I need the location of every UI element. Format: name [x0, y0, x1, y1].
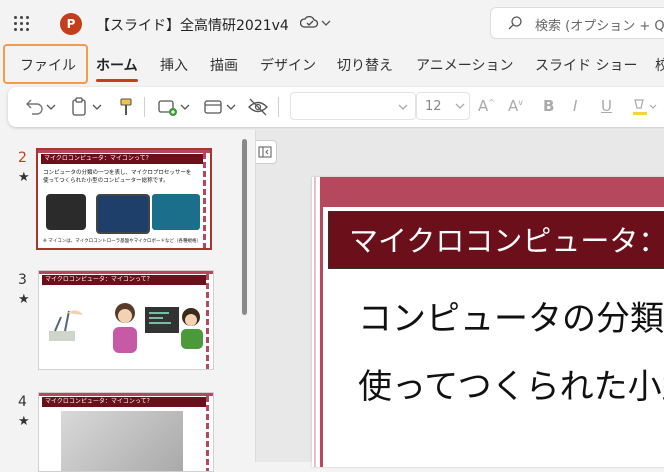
current-slide[interactable]: マイクロコンピュータ：マイコンって？ コンピュータの分類の一つを表し、 使ってつ…: [312, 177, 664, 467]
tab-slideshow[interactable]: スライド ショー: [535, 55, 637, 75]
layout-button[interactable]: [202, 95, 240, 119]
tab-animations[interactable]: アニメーション: [416, 55, 513, 75]
grow-font-icon[interactable]: A^: [478, 97, 495, 115]
slide-number: 3: [18, 272, 27, 288]
thumb-top-bar: [38, 150, 210, 153]
format-painter-icon[interactable]: [114, 95, 138, 119]
board-image: [96, 194, 150, 234]
tab-home[interactable]: ホーム: [96, 55, 138, 75]
title-bar: P 【スライド】全高情研2021v4 検索 (オプション + Q): [0, 0, 664, 48]
thumb-caption: ※ マイコンは、マイクロコントローラ基盤やマイクロボードなど（各種規格）: [43, 239, 202, 244]
highlight-icon[interactable]: [630, 95, 660, 119]
powerpoint-logo-icon[interactable]: P: [60, 13, 82, 35]
slide-thumbnail-2[interactable]: マイクロコンピュータ：マイコンって？ コンピュータの分類の一つを表し、マイクロプ…: [36, 148, 212, 250]
star-icon: ★: [18, 414, 30, 429]
star-icon: ★: [18, 292, 30, 307]
slide-title[interactable]: マイクロコンピュータ：マイコンって？: [328, 211, 664, 269]
font-name-chevron-down-icon: [396, 95, 410, 119]
font-size-value: 12: [425, 99, 442, 114]
microbit-image: [46, 194, 86, 230]
illustration-person-image: [105, 299, 145, 357]
slide-left-accent: [320, 177, 323, 467]
slide-number: 4: [18, 394, 27, 410]
photo-image: [61, 411, 183, 471]
slide-thumbnail-3[interactable]: マイクロコンピュータ：マイコンって？: [38, 270, 214, 370]
thumb-text-line: コンピュータの分類の一つを表し、マイクロプロセッサーを: [43, 170, 192, 176]
thumb-side-rule: [203, 153, 206, 248]
tab-insert[interactable]: 挿入: [160, 55, 188, 75]
illustration-hand-image: [45, 299, 85, 351]
slide-body-line[interactable]: 使ってつくられた小型のコンピュータ: [358, 359, 664, 408]
document-title[interactable]: 【スライド】全高情研2021v4: [96, 15, 289, 35]
tab-design[interactable]: デザイン: [260, 55, 316, 75]
thumb-title: マイクロコンピュータ：マイコンって？: [41, 154, 205, 164]
underline-icon[interactable]: U: [601, 97, 612, 115]
tab-draw[interactable]: 描画: [210, 55, 238, 75]
search-placeholder: 検索 (オプション + Q): [535, 19, 664, 34]
thumb-top-bar: [39, 271, 213, 274]
paste-button[interactable]: [68, 95, 106, 119]
active-tab-indicator: [96, 79, 138, 82]
ribbon-toolbar: 12 A^ Av B I U: [8, 87, 664, 127]
tab-transitions[interactable]: 切り替え: [337, 55, 393, 75]
new-slide-button[interactable]: [156, 95, 194, 119]
hide-slide-icon[interactable]: [246, 95, 270, 119]
thumb-text-line: 使ってつくられた小型のコンピューター総称です。: [43, 178, 169, 184]
arduino-image: [152, 194, 200, 230]
search-box[interactable]: 検索 (オプション + Q): [490, 7, 664, 39]
separator: [278, 97, 279, 117]
shrink-font-icon[interactable]: Av: [508, 97, 523, 115]
ribbon-tabs: ファイル ホーム 挿入 描画 デザイン 切り替え アニメーション スライド ショ…: [0, 44, 664, 84]
illustration-computer-image: [143, 301, 207, 353]
thumbnail-scrollbar[interactable]: [242, 139, 247, 315]
cloud-saved-icon[interactable]: [299, 14, 334, 36]
collapse-panel-icon: [258, 146, 272, 158]
app-launcher-icon[interactable]: [12, 14, 32, 34]
search-icon: [507, 15, 523, 35]
slide-thumbnail-4[interactable]: マイクロコンピュータ：マイコンって？: [38, 392, 214, 472]
thumb-title: マイクロコンピュータ：マイコンって？: [42, 275, 206, 285]
bold-icon[interactable]: B: [543, 97, 554, 115]
file-tab-highlight: [3, 44, 88, 84]
separator: [144, 97, 145, 117]
thumb-title: マイクロコンピュータ：マイコンって？: [42, 397, 206, 407]
font-size-dropdown[interactable]: 12: [416, 92, 470, 120]
thumb-side-rule: [206, 396, 209, 471]
italic-icon[interactable]: I: [573, 97, 577, 115]
slide-number: 2: [18, 150, 27, 166]
slide-left-accent: [314, 177, 316, 467]
slide-top-bar: [320, 177, 664, 207]
slide-body-line[interactable]: コンピュータの分類の一つを表し、: [358, 291, 664, 340]
collapse-panel-button[interactable]: [256, 140, 277, 164]
thumb-top-bar: [39, 393, 213, 396]
tab-review[interactable]: 校: [655, 55, 664, 75]
star-icon: ★: [18, 170, 30, 185]
undo-button[interactable]: [22, 95, 60, 119]
